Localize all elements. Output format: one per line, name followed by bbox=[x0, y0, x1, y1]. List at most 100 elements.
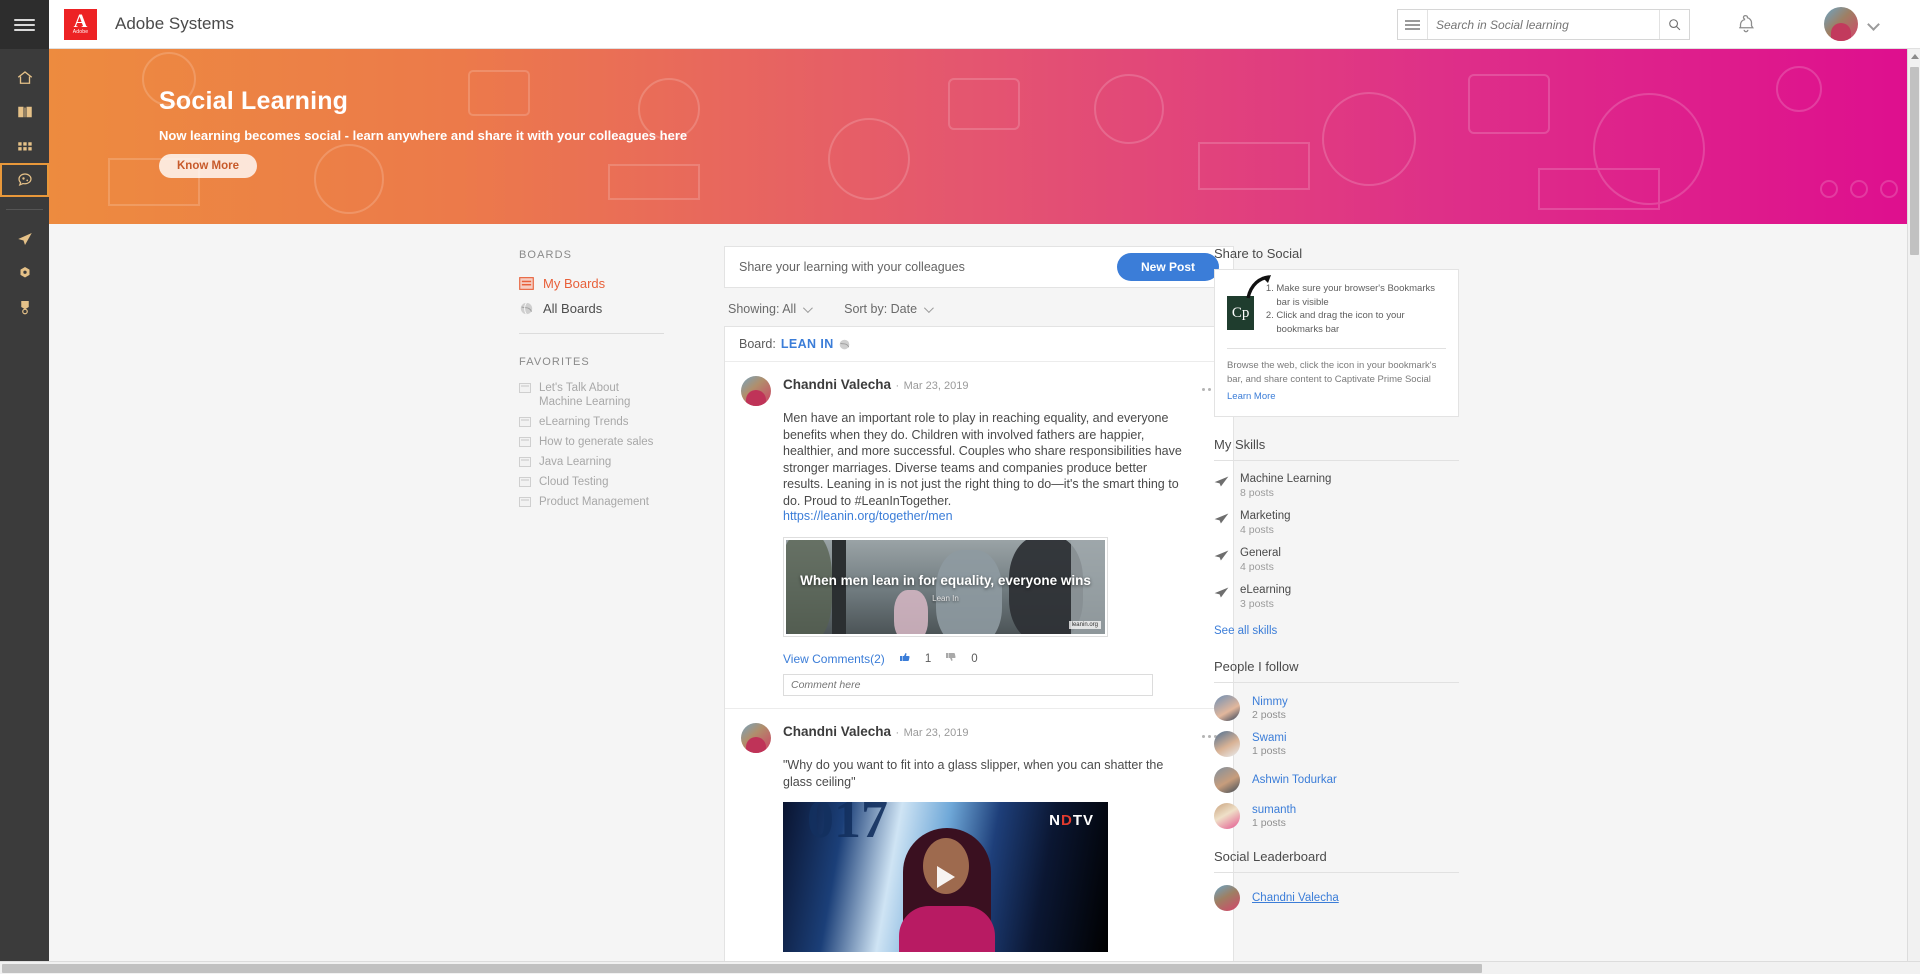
boards-sidebar: BOARDS My Boards All Boards FAVORITES Le… bbox=[519, 249, 664, 512]
skill-item[interactable]: General 4 posts bbox=[1214, 547, 1459, 573]
filter-showing-label: Showing: All bbox=[728, 302, 796, 316]
avatar[interactable] bbox=[741, 376, 771, 406]
board-item-all-boards[interactable]: All Boards bbox=[519, 296, 664, 321]
skill-name: Marketing bbox=[1240, 510, 1291, 522]
person-item[interactable]: Ashwin Todurkar bbox=[1214, 767, 1459, 793]
social-icon bbox=[16, 171, 34, 189]
favorite-item[interactable]: Java Learning bbox=[519, 452, 664, 472]
play-icon[interactable] bbox=[937, 866, 955, 888]
favorite-item[interactable]: Let's Talk About Machine Learning bbox=[519, 378, 664, 412]
person-item[interactable]: Nimmy 2 posts bbox=[1214, 695, 1459, 721]
cp-label: Cp bbox=[1232, 305, 1250, 322]
favorite-item[interactable]: eLearning Trends bbox=[519, 412, 664, 432]
vertical-scroll-thumb[interactable] bbox=[1910, 67, 1919, 255]
vertical-scrollbar[interactable] bbox=[1907, 49, 1920, 974]
search-input[interactable] bbox=[1428, 11, 1659, 38]
feed-column: Share your learning with your colleagues… bbox=[724, 246, 1234, 966]
post-date: Mar 23, 2019 bbox=[904, 380, 969, 392]
new-post-button[interactable]: New Post bbox=[1117, 253, 1219, 281]
post-actions: View Comments(2) 1 0 bbox=[783, 651, 1217, 666]
dislike-count: 0 bbox=[971, 653, 977, 665]
post-header: Chandni Valecha · Mar 23, 2019 bbox=[741, 376, 1217, 406]
board-item-my-boards[interactable]: My Boards bbox=[519, 271, 664, 296]
avatar[interactable] bbox=[1214, 767, 1240, 793]
post-media-image[interactable]: When men lean in for equality, everyone … bbox=[783, 537, 1108, 637]
captivate-prime-bookmarklet-icon[interactable]: Cp bbox=[1227, 296, 1254, 330]
top-bar: A Adobe Adobe Systems bbox=[0, 0, 1920, 49]
grid-icon bbox=[16, 137, 34, 155]
favorite-item[interactable]: Product Management bbox=[519, 492, 664, 512]
chevron-down-icon bbox=[924, 303, 934, 313]
person-item[interactable]: sumanth 1 posts bbox=[1214, 803, 1459, 829]
comment-input[interactable] bbox=[783, 674, 1153, 696]
rail-item-certifications[interactable] bbox=[0, 290, 49, 324]
post-separator: · bbox=[896, 380, 900, 392]
board-header: Board: LEAN IN bbox=[725, 327, 1233, 362]
rail-item-badges[interactable] bbox=[0, 256, 49, 290]
board-header-name[interactable]: LEAN IN bbox=[781, 337, 834, 351]
filter-sort[interactable]: Sort by: Date bbox=[844, 302, 931, 316]
know-more-button[interactable]: Know More bbox=[159, 154, 257, 178]
leaderboard-person-name: Chandni Valecha bbox=[1252, 892, 1339, 904]
avatar[interactable] bbox=[1214, 885, 1240, 911]
search-bar bbox=[1397, 9, 1690, 40]
avatar[interactable] bbox=[1824, 7, 1858, 41]
skill-name: Machine Learning bbox=[1240, 473, 1331, 485]
skill-name: eLearning bbox=[1240, 584, 1291, 596]
search-icon[interactable] bbox=[1659, 10, 1689, 39]
bookmarklet-step: Click and drag the icon to your bookmark… bbox=[1276, 309, 1446, 336]
hamburger-icon bbox=[14, 16, 35, 34]
main-menu-button[interactable] bbox=[0, 0, 49, 49]
bell-icon[interactable] bbox=[1735, 13, 1757, 35]
post-media-video[interactable]: 017 NDTV bbox=[783, 802, 1108, 952]
search-scope-menu-icon[interactable] bbox=[1398, 10, 1428, 39]
skill-item[interactable]: Machine Learning 8 posts bbox=[1214, 473, 1459, 499]
post-author[interactable]: Chandni Valecha bbox=[783, 724, 891, 739]
content-area: BOARDS My Boards All Boards FAVORITES Le… bbox=[49, 224, 1907, 974]
avatar[interactable] bbox=[1214, 695, 1240, 721]
rail-item-catalog[interactable] bbox=[0, 129, 49, 163]
board-small-icon bbox=[519, 437, 531, 447]
my-skills-title: My Skills bbox=[1214, 437, 1459, 452]
skill-item[interactable]: Marketing 4 posts bbox=[1214, 510, 1459, 536]
certificate-icon bbox=[16, 298, 34, 316]
like-button[interactable] bbox=[899, 651, 911, 666]
board-small-icon bbox=[519, 417, 531, 427]
skill-posts: 8 posts bbox=[1240, 487, 1331, 499]
divider bbox=[1214, 460, 1459, 461]
board-item-label: All Boards bbox=[543, 301, 602, 316]
scroll-up-arrow-icon[interactable] bbox=[1911, 54, 1919, 59]
horizontal-scroll-thumb[interactable] bbox=[2, 964, 1482, 973]
see-all-skills-link[interactable]: See all skills bbox=[1214, 625, 1277, 637]
skill-item[interactable]: eLearning 3 posts bbox=[1214, 584, 1459, 610]
post-date: Mar 23, 2019 bbox=[904, 727, 969, 739]
home-icon bbox=[16, 69, 34, 87]
rail-item-social[interactable] bbox=[0, 163, 49, 197]
horizontal-scrollbar[interactable] bbox=[0, 961, 1920, 974]
learn-more-link[interactable]: Learn More bbox=[1227, 391, 1276, 402]
skill-posts: 4 posts bbox=[1240, 561, 1281, 573]
rail-item-send[interactable] bbox=[0, 222, 49, 256]
bookmarklet-steps: Make sure your browser's Bookmarks bar i… bbox=[1264, 282, 1446, 336]
post-author[interactable]: Chandni Valecha bbox=[783, 377, 891, 392]
filter-showing[interactable]: Showing: All bbox=[728, 302, 810, 316]
avatar[interactable] bbox=[1214, 803, 1240, 829]
post-link[interactable]: https://leanin.org/together/men bbox=[783, 509, 1217, 523]
rail-item-home[interactable] bbox=[0, 61, 49, 95]
board-small-icon bbox=[519, 497, 531, 507]
hero-banner: Social Learning Now learning becomes soc… bbox=[49, 49, 1907, 224]
person-item[interactable]: Swami 1 posts bbox=[1214, 731, 1459, 757]
book-icon bbox=[16, 103, 34, 121]
dislike-button[interactable] bbox=[945, 651, 957, 666]
view-comments-link[interactable]: View Comments(2) bbox=[783, 652, 885, 666]
avatar[interactable] bbox=[741, 723, 771, 753]
rail-item-learn[interactable] bbox=[0, 95, 49, 129]
person-posts: 1 posts bbox=[1252, 817, 1296, 829]
favorite-item[interactable]: How to generate sales bbox=[519, 432, 664, 452]
avatar[interactable] bbox=[1214, 731, 1240, 757]
favorite-item-label: Cloud Testing bbox=[539, 475, 608, 489]
chevron-down-icon[interactable] bbox=[1867, 18, 1880, 31]
feed-card: Board: LEAN IN Chandni Valecha · Mar 23,… bbox=[724, 326, 1234, 966]
favorite-item[interactable]: Cloud Testing bbox=[519, 472, 664, 492]
leaderboard-item[interactable]: Chandni Valecha bbox=[1214, 885, 1459, 911]
